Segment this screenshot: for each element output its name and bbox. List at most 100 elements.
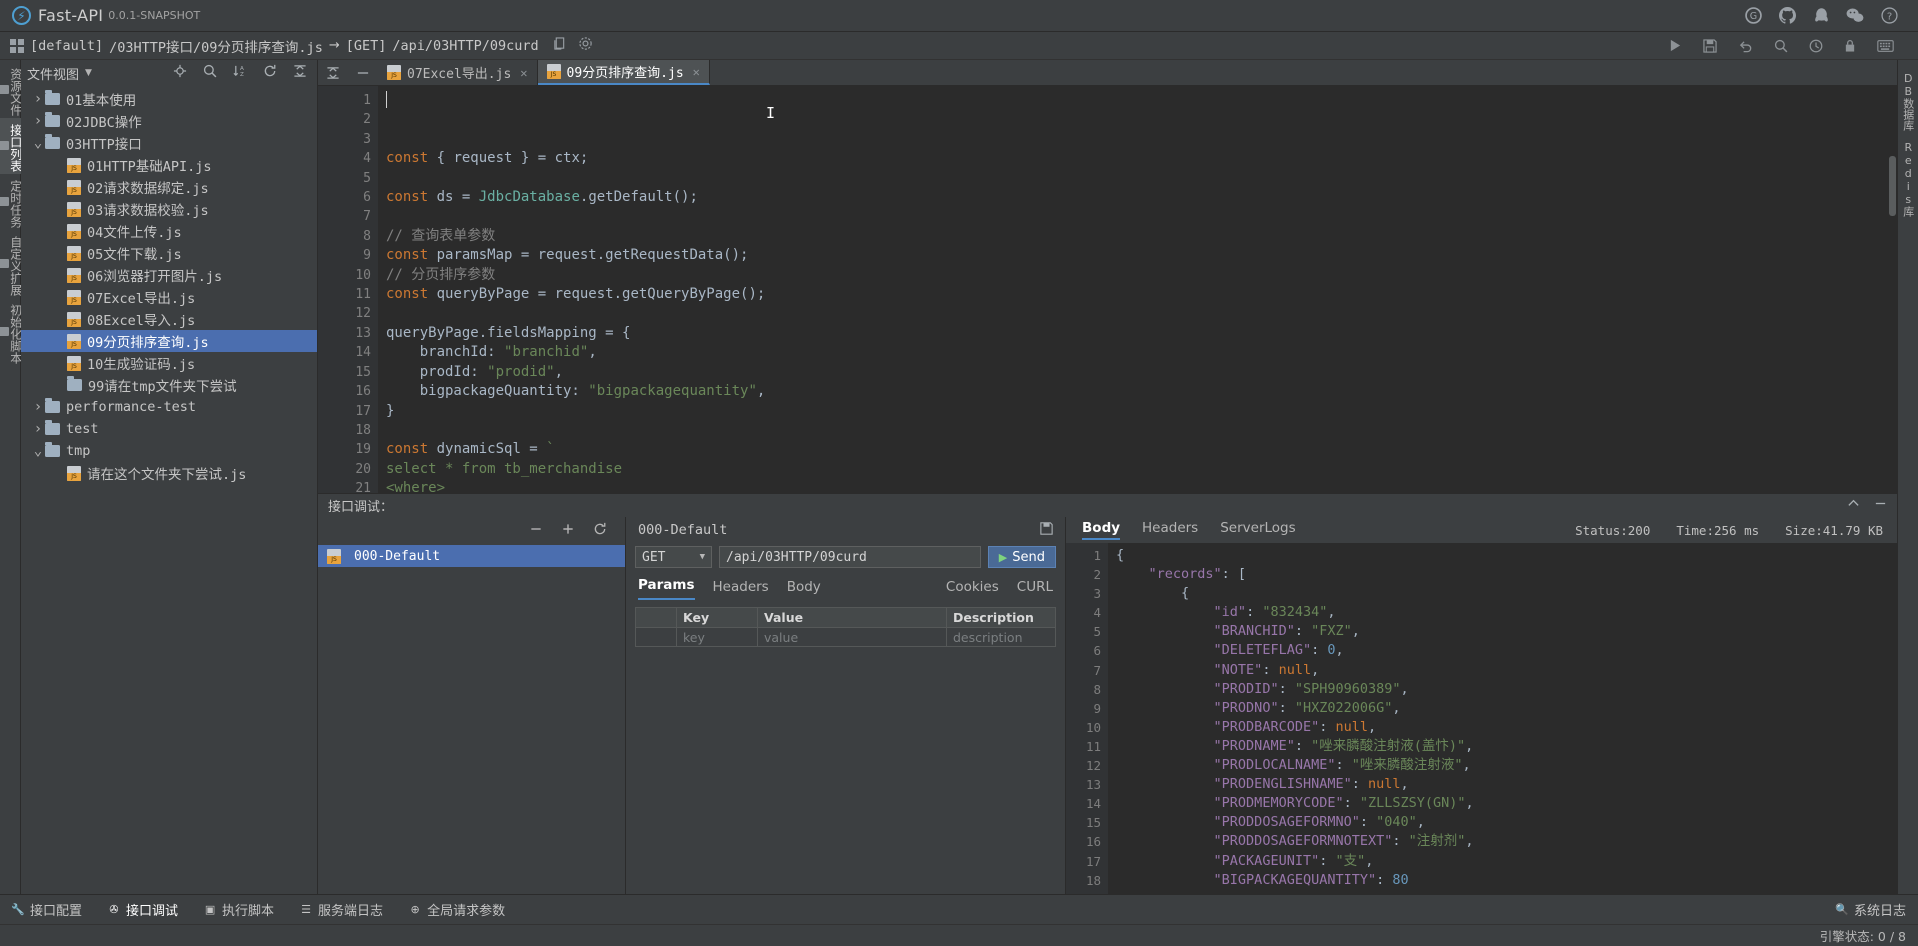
left-strip-tab-label: 资源文件	[8, 68, 23, 116]
tree-file-row[interactable]: 01HTTP基础API.js	[21, 154, 317, 176]
chevron-right-icon[interactable]: ›	[31, 113, 45, 129]
tree-file-row[interactable]: 09分页排序查询.js	[21, 330, 317, 352]
tree-file-row[interactable]: 08Excel导入.js	[21, 308, 317, 330]
copy-icon[interactable]	[553, 36, 566, 55]
chevron-right-icon[interactable]: ›	[31, 399, 45, 415]
json-token: "BRANCHID"	[1213, 623, 1295, 640]
chevron-up-icon[interactable]	[1847, 497, 1860, 514]
collapse-all-icon[interactable]	[318, 60, 348, 85]
request-tab-cookies[interactable]: Cookies	[946, 579, 999, 600]
breadcrumb-url[interactable]: /api/03HTTP/09curd	[392, 38, 538, 54]
tree-item-label: 03请求数据校验.js	[87, 203, 209, 219]
tree-file-row[interactable]: 03请求数据校验.js	[21, 198, 317, 220]
undo-icon[interactable]	[1738, 39, 1753, 53]
settings-icon[interactable]	[578, 36, 593, 55]
wechat-icon[interactable]	[1846, 7, 1864, 25]
minimize-icon[interactable]	[1874, 497, 1887, 514]
chevron-right-icon[interactable]: ›	[31, 421, 45, 437]
chevron-right-icon[interactable]: ›	[31, 91, 45, 107]
add-case-icon[interactable]	[561, 522, 575, 540]
close-icon[interactable]: ✕	[520, 66, 527, 80]
run-icon[interactable]	[1669, 39, 1682, 52]
file-tree[interactable]: › 01基本使用 › 02JDBC操作 ⌄ 03HTTP接口 01HTTP基础API.js 0…	[21, 86, 317, 894]
tree-item-label: 99请在tmp文件夹下尝试	[88, 379, 237, 395]
tree-folder-row[interactable]: › performance-test	[21, 396, 317, 418]
row-value-cell[interactable]: value	[758, 628, 947, 646]
editor-scrollbar[interactable]	[1889, 156, 1896, 216]
row-description-cell[interactable]: description	[947, 628, 1055, 646]
debug-case-item[interactable]: 000-Default	[318, 545, 625, 567]
status-item-wrench[interactable]: 🔧 接口配置	[11, 900, 82, 919]
sort-icon[interactable]: AZ	[233, 64, 247, 82]
http-method-select[interactable]: GET ▼	[635, 546, 712, 568]
response-line-number: 8	[1093, 681, 1101, 697]
minimize-icon[interactable]	[348, 60, 378, 85]
tree-folder-row[interactable]: › test	[21, 418, 317, 440]
request-tab-curl[interactable]: CURL	[1017, 579, 1053, 600]
breadcrumb-path[interactable]: /03HTTP接口/09分页排序查询.js	[109, 36, 323, 56]
lock-icon[interactable]	[1844, 39, 1856, 53]
params-table-row[interactable]: key value description	[636, 627, 1055, 646]
app-version: 0.0.1-SNAPSHOT	[108, 9, 201, 22]
tree-folder-row[interactable]: › 01基本使用	[21, 88, 317, 110]
refresh-icon[interactable]	[263, 64, 277, 82]
refresh-case-icon[interactable]	[593, 522, 607, 540]
response-tab-serverlogs[interactable]: ServerLogs	[1220, 520, 1295, 540]
editor-tab[interactable]: 07Excel导出.js ✕	[378, 60, 538, 85]
tree-file-row[interactable]: 06浏览器打开图片.js	[21, 264, 317, 286]
tree-file-row[interactable]: 请在这个文件夹下尝试.js	[21, 462, 317, 484]
tree-file-row[interactable]: 04文件上传.js	[21, 220, 317, 242]
row-key-cell[interactable]: key	[677, 628, 758, 646]
code-line: select * from tb_merchandise	[386, 460, 1897, 479]
tree-folder-row[interactable]: ⌄ 03HTTP接口	[21, 132, 317, 154]
response-body[interactable]: 1 2 3 4 5 6 7 8 9 10 11 12 13 14 15 16 17 18 { "records":…	[1066, 543, 1897, 894]
search-icon[interactable]	[1774, 39, 1788, 53]
editor-tab[interactable]: 09分页排序查询.js ✕	[537, 60, 710, 85]
close-icon[interactable]: ✕	[693, 65, 700, 79]
chevron-down-icon[interactable]: ⌄	[31, 443, 45, 459]
chevron-down-icon[interactable]: ⌄	[31, 135, 45, 151]
save-icon[interactable]	[1703, 38, 1717, 53]
right-strip-tab-0[interactable]: DB数据库	[1900, 64, 1916, 133]
save-request-icon[interactable]	[1040, 521, 1053, 539]
json-token: ,	[1311, 661, 1320, 678]
tree-file-row[interactable]: 10生成验证码.js	[21, 352, 317, 374]
request-tab-params[interactable]: Params	[638, 577, 695, 600]
gitee-icon[interactable]: G	[1744, 7, 1762, 25]
chevron-down-icon[interactable]: ▼	[85, 68, 92, 78]
tree-folder-row[interactable]: › 02JDBC操作	[21, 110, 317, 132]
response-tab-body[interactable]: Body	[1082, 520, 1121, 540]
editor-code[interactable]: const { request } = ctx; const ds = Jdbc…	[378, 86, 1897, 493]
status-item-bug[interactable]: ✇ 接口调试	[108, 900, 178, 919]
tree-folder-row[interactable]: ⌄ tmp	[21, 440, 317, 462]
request-tab-headers[interactable]: Headers	[713, 579, 769, 600]
locate-icon[interactable]	[173, 64, 187, 82]
collapse-icon[interactable]	[293, 64, 307, 82]
tree-file-row[interactable]: 05文件下载.js	[21, 242, 317, 264]
code-editor[interactable]: 1 2 3 4 5 6 7 8 9 10 11 12 13 14 15 16 17 18 19 20 21 const …	[318, 86, 1897, 493]
status-item-globe[interactable]: ⊕ 全局请求参数	[409, 900, 505, 919]
tree-file-row[interactable]: 07Excel导出.js	[21, 286, 317, 308]
response-tab-headers[interactable]: Headers	[1142, 520, 1198, 540]
right-strip-tab-1[interactable]: Redis库	[1900, 133, 1916, 219]
qq-icon[interactable]	[1812, 7, 1830, 25]
tree-file-row[interactable]: 02请求数据绑定.js	[21, 176, 317, 198]
status-item-log[interactable]: ☰ 服务端日志	[300, 900, 383, 919]
history-icon[interactable]	[1809, 39, 1823, 53]
row-check-cell[interactable]	[636, 628, 677, 646]
json-token: :	[1351, 776, 1368, 793]
help-icon[interactable]: ?	[1880, 7, 1898, 25]
request-tab-body[interactable]: Body	[787, 579, 821, 600]
status-item-system-log[interactable]: 🔍 系统日志	[1835, 900, 1906, 919]
tree-folder-row[interactable]: 99请在tmp文件夹下尝试	[21, 374, 317, 396]
remove-case-icon[interactable]	[529, 522, 543, 540]
github-icon[interactable]	[1778, 7, 1796, 25]
response-json[interactable]: { "records": [ { "id": "832434", "BRANCH…	[1108, 543, 1897, 894]
search-icon[interactable]	[203, 64, 217, 82]
request-url-input[interactable]: /api/03HTTP/09curd	[719, 546, 981, 568]
send-button[interactable]: ▶ Send	[987, 546, 1056, 568]
status-item-terminal[interactable]: ▣ 执行脚本	[204, 900, 274, 919]
params-table[interactable]: Key Value Description key value descript…	[635, 607, 1056, 647]
keyboard-icon[interactable]	[1877, 39, 1894, 52]
